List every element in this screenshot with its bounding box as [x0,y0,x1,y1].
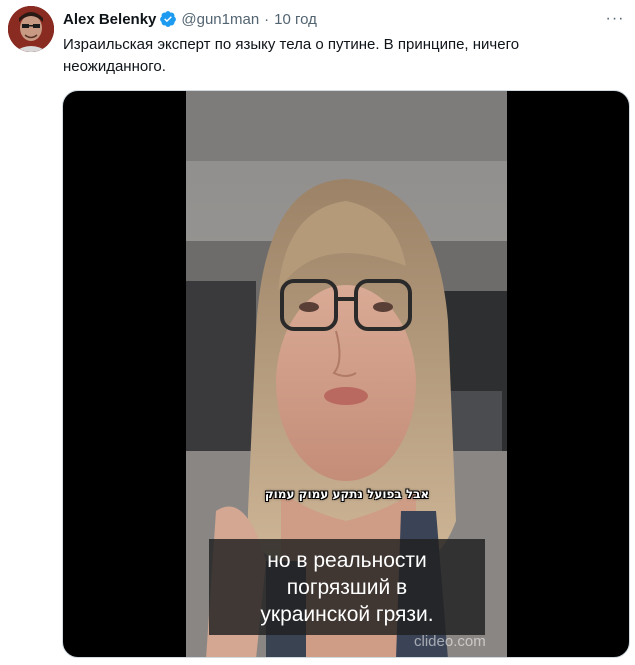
author-name[interactable]: Alex Belenky [63,11,156,28]
tweet-text: Израильская эксперт по языку тела о пути… [63,36,520,75]
tweet-timestamp[interactable]: 10 год [274,11,317,28]
subtitle-box: но в реальности погрязший в украинской г… [209,539,485,635]
hebrew-caption: אבל בפועל נתקע עמוק עמוק [264,487,430,501]
watermark: clideo.com [414,633,486,650]
video-frame[interactable]: אבל בפועל נתקע עמוק עמוק но в реальности… [186,91,507,657]
verified-badge-icon [159,10,177,28]
author-handle[interactable]: @gun1man [181,11,259,28]
tweet-card[interactable]: Alex Belenky @gun1man · 10 год ··· Израи… [0,0,635,665]
separator-dot: · [264,10,270,28]
subtitle-text: но в реальности погрязший в украинской г… [260,548,434,626]
video-player[interactable]: אבל בפועל נתקע עמוק עמוק но в реальности… [62,90,630,658]
avatar[interactable] [8,6,54,52]
tweet-header: Alex Belenky @gun1man · 10 год [63,8,317,30]
more-options-icon[interactable]: ··· [604,8,626,30]
